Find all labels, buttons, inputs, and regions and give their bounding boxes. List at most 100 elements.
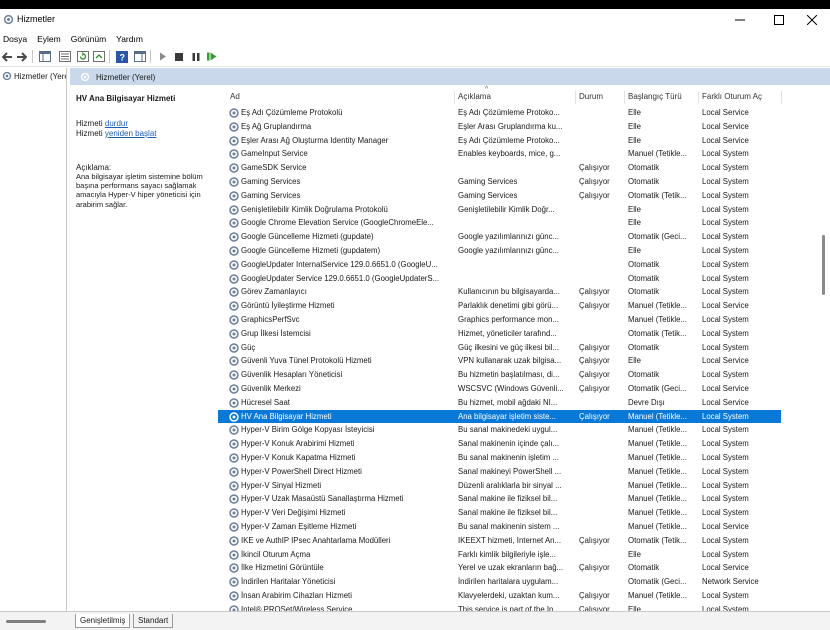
back-button[interactable] (1, 50, 14, 63)
service-description-cell: Eş Adı Çözümleme Protoko... (458, 108, 560, 117)
table-row[interactable]: Güvenlik Hesapları Yöneticisi Bu hizmetin… (218, 368, 781, 382)
table-row[interactable]: GameSDK Service Çalışıyor Otomatik Local Sy… (218, 161, 781, 175)
table-row[interactable]: Eşler Arası Ağ Oluşturma Identity Manage… (218, 134, 781, 148)
service-status-cell: Çalışıyor (579, 163, 610, 173)
show-console-tree-button[interactable] (38, 50, 51, 63)
pause-service-button[interactable] (189, 50, 202, 63)
table-row[interactable]: Hyper-V Uzak Masaüstü Sanallaştırma Hizm… (218, 492, 781, 506)
service-description-cell: Güç ilkesini ve güç ilkesi bil... (458, 342, 559, 352)
table-row[interactable]: GoogleUpdater InternalService 129.0.6651… (218, 258, 781, 272)
service-startup-type-cell: Otomatik (628, 177, 660, 186)
start-service-button[interactable] (156, 50, 169, 63)
restart-service-link[interactable]: yeniden başlat (105, 129, 157, 138)
service-description-cell: Klavyelerdeki, uzaktan kum... (458, 591, 560, 600)
table-row[interactable]: Hyper-V Veri Değişimi Hizmeti Sanal makin… (218, 506, 781, 520)
table-row[interactable]: Gaming Services Gaming Services Çalışıyor O… (218, 175, 781, 189)
vertical-scrollbar[interactable] (817, 85, 830, 611)
column-divider[interactable] (698, 91, 699, 104)
table-row[interactable]: Eş Adı Çözümleme Protokolü Eş Adı Çözümle… (218, 106, 781, 120)
table-row[interactable]: Google Chrome Elevation Service (GoogleC… (218, 216, 781, 230)
column-header-log-on-as[interactable]: Farklı Oturum Aç (702, 92, 762, 104)
tab-standard[interactable]: Standart (133, 614, 174, 628)
service-startup-type-cell: Elle (628, 135, 642, 145)
service-gear-icon (229, 356, 239, 367)
service-startup-type-cell: Manuel (Tetikle... (628, 591, 687, 600)
column-divider[interactable] (454, 91, 455, 104)
service-description-cell: Sanal makinenin içinde çalı... (458, 439, 559, 449)
table-row[interactable]: Görüntü İyileştirme Hizmeti Parlaklık den… (218, 299, 781, 313)
table-row[interactable]: HV Ana Bilgisayar Hizmeti Ana bilgisayar … (218, 409, 781, 424)
menu-gorunum[interactable]: Görünüm (71, 34, 106, 44)
table-row[interactable]: Genişletilebilir Kimlik Doğrulama Protok… (218, 203, 781, 217)
properties-view-button[interactable] (58, 50, 71, 63)
table-row[interactable]: İkincil Oturum Açma Farklı kimlik bilgile… (218, 548, 781, 562)
service-log-on-as-cell: Network Service (702, 577, 759, 587)
table-row[interactable]: Hücresel Saat Bu hizmet, mobil ağdaki NI.… (218, 396, 781, 410)
table-row[interactable]: Hyper-V Zaman Eşitleme Hizmeti Bu sanal m… (218, 520, 781, 534)
table-row[interactable]: Güvenli Yuva Tünel Protokolü Hizmeti VPN … (218, 354, 781, 368)
table-row[interactable]: Güç Güç ilkesini ve güç ilkesi bil... Çalı… (218, 341, 781, 355)
service-name-cell: Hyper-V Veri Değişimi Hizmeti (241, 508, 346, 518)
service-log-on-as-cell: Local Service (702, 522, 749, 531)
menu-dosya[interactable]: Dosya (3, 34, 27, 44)
minimize-button[interactable] (722, 9, 758, 31)
back-arrow-icon (2, 51, 12, 62)
table-row[interactable]: IKE ve AuthIP IPsec Anahtarlama Modüller… (218, 534, 781, 548)
table-row[interactable]: Google Güncelleme Hizmeti (gupdate) Googl… (218, 230, 781, 244)
service-name-cell: Güvenlik Merkezi (241, 384, 301, 393)
table-row[interactable]: İndirilen Haritalar Yöneticisi İndirilen … (218, 575, 781, 589)
table-row[interactable]: Güvenlik Merkezi WSCSVC (Windows Güvenli.… (218, 382, 781, 396)
action-pane-button[interactable] (133, 50, 146, 63)
table-row[interactable]: Görev Zamanlayıcı Kullanıcının bu bilgisa… (218, 285, 781, 299)
table-row[interactable]: GameInput Service Enables keyboards, mice… (218, 147, 781, 161)
table-row[interactable]: İnsan Arabirim Cihazları Hizmeti Klavyele… (218, 589, 781, 603)
service-gear-icon (229, 191, 239, 201)
close-button[interactable] (794, 9, 830, 31)
table-row[interactable]: Hyper-V Birim Gölge Kopyası İsteyicisi Bu… (218, 423, 781, 437)
table-row[interactable]: Google Güncelleme Hizmeti (gupdatem) Goog… (218, 244, 781, 258)
table-row[interactable]: Grup İlkesi İstemcisi Hizmet, yöneticiler… (218, 327, 781, 341)
table-row[interactable]: Hyper-V Sinyal Hizmeti Düzenli aralıklarl… (218, 479, 781, 493)
tab-extended[interactable]: Genişletilmiş (75, 614, 131, 628)
service-log-on-as-cell: Local System (702, 508, 749, 518)
help-button[interactable]: ? (115, 50, 128, 63)
stop-service-button[interactable] (172, 50, 185, 63)
table-row[interactable]: Hyper-V PowerShell Direct Hizmeti Sanal m… (218, 465, 781, 479)
table-row[interactable]: GraphicsPerfSvc Graphics performance mon.… (218, 313, 781, 327)
service-gear-icon (229, 439, 239, 449)
service-status-cell: Çalışıyor (579, 591, 610, 600)
table-row[interactable]: Eş Ağ Gruplandırma Eşler Arası Gruplandır… (218, 120, 781, 134)
menu-eylem[interactable]: Eylem (37, 34, 61, 44)
tree-item-services-local[interactable]: Hizmetler (Yerel) (2, 71, 66, 81)
column-header-status[interactable]: Durum (579, 92, 603, 104)
service-name-cell: İndirilen Haritalar Yöneticisi (241, 577, 336, 587)
stop-service-link[interactable]: durdur (105, 119, 128, 128)
service-startup-type-cell: Otomatik (628, 342, 660, 352)
table-row[interactable]: Hyper-V Konuk Arabirimi Hizmeti Sanal mak… (218, 437, 781, 451)
vertical-scrollbar-thumb[interactable] (822, 235, 825, 295)
service-log-on-as-cell: Local Service (702, 397, 749, 407)
service-log-on-as-cell: Local System (702, 204, 749, 214)
table-row[interactable]: İlke Hizmetini Görüntüle Yerel ve uzak ek… (218, 561, 781, 575)
horizontal-scrollbar-thumb[interactable] (6, 620, 46, 623)
table-row[interactable]: Hyper-V Konuk Kapatma Hizmeti Bu sanal ma… (218, 451, 781, 465)
column-header-startup-type[interactable]: Başlangıç Türü (628, 92, 682, 104)
service-description-cell: Graphics performance mon... (458, 315, 559, 324)
column-divider[interactable] (575, 91, 576, 104)
menu-yardim[interactable]: Yardım (116, 34, 143, 44)
service-startup-type-cell: Manuel (Tetikle... (628, 453, 687, 462)
table-row[interactable]: Gaming Services Gaming Services Çalışıyor O… (218, 189, 781, 203)
menu-bar: Dosya Eylem Görünüm Yardım (0, 31, 830, 46)
column-header-description[interactable]: Açıklama (458, 92, 491, 104)
table-row[interactable]: GoogleUpdater Service 129.0.6651.0 (Goog… (218, 272, 781, 286)
table-row[interactable]: Intel® PROSet/Wireless Service This servi… (218, 603, 781, 611)
column-header-name[interactable]: Ad (230, 92, 240, 104)
column-divider[interactable] (781, 91, 782, 104)
service-startup-type-cell: Elle (628, 246, 642, 255)
restart-service-button[interactable] (205, 50, 218, 63)
maximize-button[interactable] (761, 9, 797, 31)
forward-button[interactable] (15, 50, 28, 63)
column-divider[interactable] (624, 91, 625, 104)
refresh-button[interactable] (76, 50, 89, 63)
export-list-button[interactable] (92, 50, 105, 63)
